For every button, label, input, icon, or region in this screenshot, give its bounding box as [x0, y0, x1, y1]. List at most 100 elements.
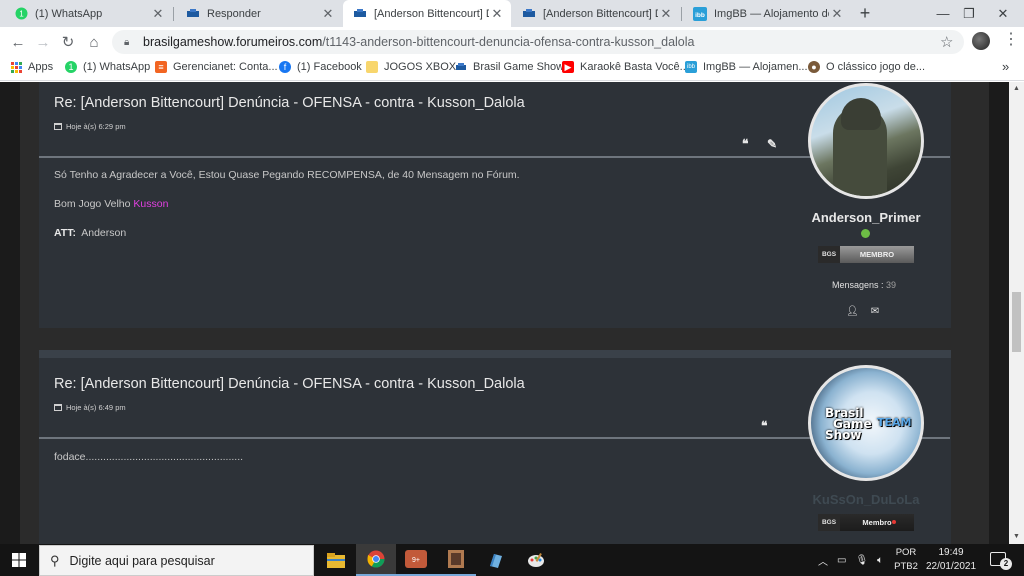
post-text: Bom Jogo Velho	[54, 198, 134, 210]
tab-denuncia[interactable]: [Anderson Bittencourt] Denúncia ✕	[512, 0, 680, 27]
calendar-icon	[54, 123, 62, 130]
bookmark-label: JOGOS XBOX	[384, 61, 457, 73]
quote-icon[interactable]: ❝	[742, 137, 748, 151]
tray-chevron-icon[interactable]: ︿	[818, 553, 828, 568]
taskbar-clock[interactable]: 19:49 22/01/2021	[922, 546, 980, 574]
home-icon[interactable]: ⌂	[84, 32, 104, 52]
close-window-button[interactable]: ✕	[980, 0, 1024, 27]
rank-label: Membro	[840, 514, 914, 531]
windows-start-icon[interactable]	[0, 544, 38, 576]
tab-responder[interactable]: Responder ✕	[176, 0, 342, 27]
tab-whatsapp[interactable]: 1 (1) WhatsApp ✕	[4, 0, 172, 27]
avatar-logo-line: Show	[825, 428, 862, 442]
bookmark-apps[interactable]: Apps	[10, 61, 53, 73]
close-icon[interactable]: ✕	[150, 6, 166, 22]
address-bar[interactable]: 🔒︎ brasilgameshow.forumeiros.com /t1143-…	[112, 30, 964, 54]
gerencianet-icon: ≡	[155, 61, 167, 73]
photo-app-icon[interactable]	[436, 544, 476, 576]
user-avatar[interactable]: Brasil Game Show TEAM	[808, 365, 924, 481]
chrome-taskbar-icon[interactable]	[356, 544, 396, 576]
bookmark-facebook[interactable]: f (1) Facebook	[279, 61, 362, 73]
tab-imgbb[interactable]: ibb ImgBB — Alojamento de ima ✕	[683, 0, 851, 27]
status-dot	[892, 520, 896, 524]
message-count: Mensagens : 39	[832, 280, 896, 290]
notification-count-badge: 2	[1000, 558, 1012, 570]
microphone-icon[interactable]: 🎙︎	[855, 555, 868, 566]
post-title[interactable]: Re: [Anderson Bittencourt] Denúncia - OF…	[54, 95, 525, 111]
bookmark-jogos-xbox[interactable]: JOGOS XBOX	[366, 61, 456, 73]
network-icon[interactable]: ▭	[837, 555, 846, 566]
notification-center-icon[interactable]: 2	[990, 552, 1012, 570]
post-date-text: Hoje à(s) 6:29 pm	[66, 122, 126, 131]
message-count-label: Mensagens :	[832, 280, 884, 290]
username[interactable]: Anderson_Primer	[786, 210, 946, 225]
bookmark-gerencianet[interactable]: ≡ Gerencianet: Conta...	[155, 61, 278, 73]
forward-icon[interactable]: →	[33, 32, 53, 52]
post-text-line: fodace..................................…	[54, 451, 244, 463]
page-scrollbar[interactable]: ▲ ▼	[1009, 82, 1024, 544]
signature-label: ATT:	[54, 227, 76, 239]
edit-pencil-icon[interactable]: ✎	[767, 137, 777, 151]
new-tab-button[interactable]: +	[855, 3, 875, 23]
post-date: Hoje à(s) 6:29 pm	[54, 122, 126, 131]
paint-app-icon[interactable]	[516, 544, 556, 576]
chrome-menu-icon[interactable]: ⋮	[1003, 31, 1019, 49]
forum-icon	[455, 61, 467, 73]
bookmark-label: (1) WhatsApp	[83, 61, 151, 73]
close-icon[interactable]: ✕	[320, 6, 336, 22]
rank-tag: BGS	[818, 246, 840, 263]
bookmarks-bar: Apps 1 (1) WhatsApp ≡ Gerencianet: Conta…	[0, 57, 1024, 81]
scroll-down-icon[interactable]: ▼	[1009, 530, 1024, 544]
more-bookmarks-icon[interactable]: »	[1002, 59, 1009, 74]
tab-denuncia-active[interactable]: [Anderson Bittencourt] Denúncia ✕	[343, 0, 511, 27]
avatar-logo: Brasil Game Show TEAM	[825, 407, 911, 442]
game-app-icon[interactable]: 9+	[396, 544, 436, 576]
bookmark-star-icon[interactable]: ☆	[940, 33, 953, 51]
rank-tag: BGS	[818, 514, 840, 531]
windows-taskbar: ⚲ Digite aqui para pesquisar 9+ ︿ ▭ 🎙︎ 🔈…	[0, 544, 1024, 576]
user-avatar[interactable]	[808, 83, 924, 199]
volume-icon[interactable]: 🔈︎	[877, 555, 883, 566]
profile-icon[interactable]: 👤︎	[846, 306, 859, 317]
bookmark-classico-jogo[interactable]: ● O clássico jogo de...	[808, 61, 925, 73]
left-margin	[0, 82, 20, 544]
username[interactable]: KuSsOn_DuLoLa	[786, 492, 946, 507]
scrollbar-thumb[interactable]	[1012, 292, 1021, 352]
search-icon: ⚲	[50, 552, 60, 568]
post-body: fodace..................................…	[54, 450, 774, 470]
message-count-value: 39	[886, 280, 897, 290]
close-icon[interactable]: ✕	[829, 6, 845, 22]
profile-avatar[interactable]	[972, 32, 990, 50]
svg-text:ibb: ibb	[695, 12, 705, 19]
tab-title: [Anderson Bittencourt] Denúncia	[374, 7, 489, 20]
close-icon[interactable]: ✕	[658, 6, 674, 22]
whatsapp-icon: 1	[65, 61, 77, 73]
url-domain: brasilgameshow.forumeiros.com	[143, 35, 323, 49]
file-explorer-icon[interactable]	[316, 544, 356, 576]
notes-app-icon[interactable]	[476, 544, 516, 576]
rank-badge: BGS MEMBRO	[818, 246, 914, 263]
tab-separator	[173, 7, 174, 21]
quote-icon[interactable]: ❝	[761, 419, 767, 433]
avatar-helmet	[841, 98, 881, 130]
language-indicator[interactable]: POR PTB2	[893, 546, 919, 574]
bookmark-karaoke[interactable]: ▶ Karaokê Basta Você...	[562, 61, 689, 73]
close-icon[interactable]: ✕	[489, 6, 505, 22]
bookmark-label: ImgBB — Alojamen...	[703, 61, 808, 73]
back-icon[interactable]: ←	[8, 32, 28, 52]
private-message-icon[interactable]: ✉︎	[869, 306, 881, 317]
post-title[interactable]: Re: [Anderson Bittencourt] Denúncia - OF…	[54, 376, 525, 392]
taskbar-search-input[interactable]: ⚲ Digite aqui para pesquisar	[39, 545, 314, 576]
browser-tab-strip: 1 (1) WhatsApp ✕ Responder ✕ [Anderson B…	[0, 0, 1024, 27]
tab-title: [Anderson Bittencourt] Denúncia	[543, 7, 658, 20]
bookmark-label: (1) Facebook	[297, 61, 362, 73]
scroll-up-icon[interactable]: ▲	[1009, 82, 1024, 96]
bookmark-brasil-game-show[interactable]: Brasil Game Show	[455, 61, 564, 73]
lock-icon: 🔒︎	[124, 36, 130, 48]
bookmark-whatsapp[interactable]: 1 (1) WhatsApp	[65, 61, 150, 73]
bookmark-imgbb[interactable]: ibb ImgBB — Alojamen...	[685, 61, 808, 73]
tab-title: Responder	[207, 7, 261, 20]
reload-icon[interactable]: ↻	[58, 32, 78, 52]
user-mention[interactable]: Kusson	[133, 198, 168, 210]
right-margin	[989, 82, 1009, 544]
